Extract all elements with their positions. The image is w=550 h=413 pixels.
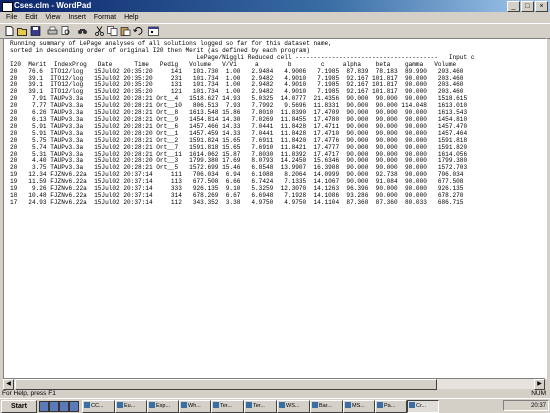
task-button[interactable]: Bar... bbox=[310, 400, 343, 413]
start-button[interactable]: Start bbox=[1, 400, 37, 413]
save-icon[interactable] bbox=[30, 26, 41, 36]
task-button[interactable]: Ter... bbox=[211, 400, 244, 413]
title-bar[interactable]: Cses.clm - WordPad _ □ × bbox=[0, 0, 550, 12]
menu-insert[interactable]: Insert bbox=[64, 12, 90, 23]
task-button-wordpad[interactable]: Cr... bbox=[407, 400, 439, 413]
task-window-icon bbox=[117, 402, 123, 408]
task-button[interactable]: Wh... bbox=[179, 400, 211, 413]
print-icon[interactable] bbox=[47, 26, 58, 36]
tray-clock[interactable]: 20:37 bbox=[531, 403, 546, 409]
task-window-icon bbox=[246, 402, 252, 408]
status-bar: For Help, press F1 NUM bbox=[0, 389, 550, 398]
open-icon[interactable] bbox=[17, 26, 28, 36]
task-window-icon bbox=[84, 402, 90, 408]
copy-icon[interactable] bbox=[107, 26, 118, 36]
quicklaunch-media-icon[interactable] bbox=[69, 401, 79, 412]
task-window-icon bbox=[149, 402, 155, 408]
task-button[interactable]: MS... bbox=[343, 400, 375, 413]
task-window-icon bbox=[181, 402, 187, 408]
cut-icon[interactable] bbox=[94, 26, 105, 36]
undo-icon[interactable] bbox=[133, 26, 144, 36]
date-time-icon[interactable] bbox=[148, 26, 159, 36]
menu-view[interactable]: View bbox=[41, 12, 64, 23]
task-window-icon bbox=[345, 402, 351, 408]
document-area[interactable]: Running summary of LePage analyses of al… bbox=[3, 38, 547, 379]
close-button[interactable]: × bbox=[535, 1, 548, 12]
task-window-icon bbox=[409, 402, 415, 408]
task-button[interactable]: Exp... bbox=[147, 400, 179, 413]
menu-file[interactable]: File bbox=[2, 12, 21, 23]
task-window-icon bbox=[279, 402, 285, 408]
task-window-icon bbox=[312, 402, 318, 408]
status-num-indicator: NUM bbox=[531, 390, 546, 397]
task-button[interactable]: Ter... bbox=[244, 400, 277, 413]
document-text: Running summary of LePage analyses of al… bbox=[10, 40, 474, 207]
new-icon[interactable] bbox=[4, 26, 15, 36]
task-button[interactable]: Pa... bbox=[375, 400, 407, 413]
find-icon[interactable] bbox=[77, 26, 88, 36]
task-button[interactable]: Eu... bbox=[115, 400, 147, 413]
toolbar bbox=[0, 23, 550, 39]
doc-line: 17 24.93 FJZNv6.22a 15Jul02 20:37:14 112… bbox=[10, 198, 464, 206]
menu-format[interactable]: Format bbox=[90, 12, 120, 23]
maximize-button[interactable]: □ bbox=[521, 1, 534, 12]
task-button[interactable]: CC... bbox=[82, 400, 115, 413]
menu-edit[interactable]: Edit bbox=[21, 12, 41, 23]
paste-icon[interactable] bbox=[120, 26, 131, 36]
menu-bar: File Edit View Insert Format Help bbox=[0, 12, 550, 23]
task-window-icon bbox=[377, 402, 383, 408]
menu-help[interactable]: Help bbox=[120, 12, 142, 23]
taskbar: Start CC... Eu... Exp... Wh... Ter... Te… bbox=[0, 398, 550, 413]
print-preview-icon[interactable] bbox=[60, 26, 71, 36]
minimize-button[interactable]: _ bbox=[507, 1, 520, 12]
quicklaunch-desktop-icon[interactable] bbox=[39, 401, 49, 412]
system-tray: 20:37 bbox=[503, 400, 549, 411]
task-window-icon bbox=[213, 402, 219, 408]
task-button[interactable]: WS... bbox=[277, 400, 310, 413]
wordpad-app-icon[interactable] bbox=[2, 2, 13, 12]
quicklaunch-browser-icon[interactable] bbox=[49, 401, 59, 412]
status-help-text: For Help, press F1 bbox=[2, 390, 56, 397]
quicklaunch-email-icon[interactable] bbox=[59, 401, 69, 412]
horizontal-scrollbar[interactable]: ◀ ▶ bbox=[3, 378, 545, 390]
window-title: Cses.clm - WordPad bbox=[14, 1, 92, 10]
